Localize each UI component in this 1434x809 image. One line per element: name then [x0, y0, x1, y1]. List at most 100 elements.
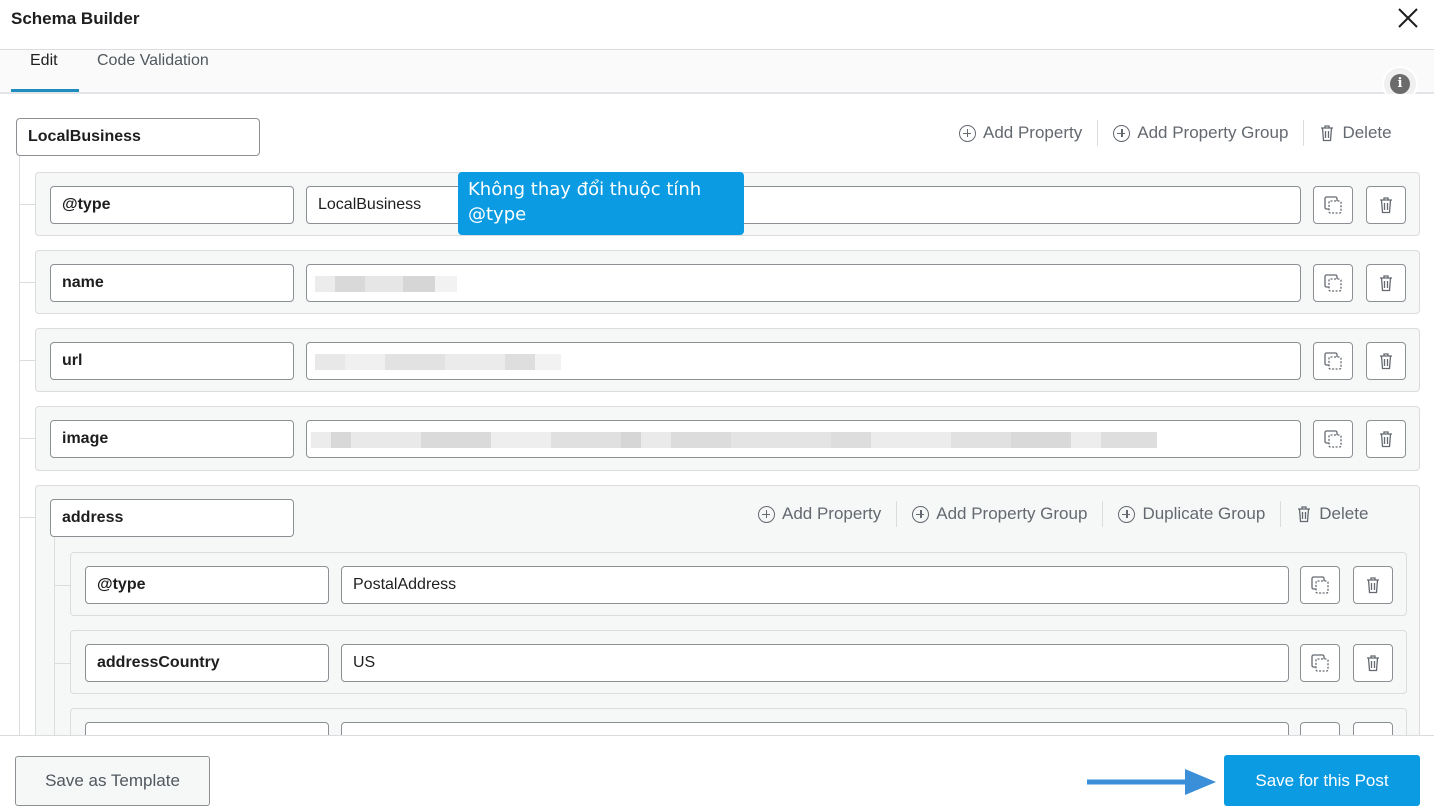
tab-bar: Edit Code Validation i [0, 50, 1434, 100]
duplicate-icon [1324, 196, 1342, 214]
redacted-value [315, 354, 561, 370]
redacted-value [315, 276, 457, 292]
delete-property-button[interactable] [1366, 264, 1406, 302]
tree-guide [19, 438, 35, 439]
property-row: url [35, 328, 1420, 392]
plus-circle-icon [758, 505, 775, 523]
property-value-field[interactable]: LocalBusiness [306, 186, 1301, 224]
tooltip-line-1: Không thay đổi thuộc tính [468, 179, 702, 200]
add-property-label: Add Property [782, 504, 882, 523]
duplicate-property-button[interactable] [1300, 644, 1340, 682]
duplicate-icon [1324, 352, 1342, 370]
tab-edit[interactable]: Edit [30, 52, 58, 90]
delete-property-button[interactable] [1353, 644, 1393, 682]
trash-icon [1380, 353, 1392, 370]
property-key-field[interactable]: @type [50, 186, 294, 224]
duplicate-icon [1324, 430, 1342, 448]
add-property-label: Add Property [983, 123, 1083, 142]
group-key-field[interactable]: address [50, 499, 294, 537]
property-key-field[interactable]: addressCountry [85, 644, 329, 682]
group-delete-button[interactable]: Delete [1296, 504, 1368, 524]
delete-property-button[interactable] [1353, 722, 1393, 735]
property-row: @type PostalAddress [70, 552, 1407, 616]
property-key-field[interactable]: url [50, 342, 294, 380]
modal-header: Schema Builder [0, 0, 1434, 50]
trash-icon [1380, 197, 1392, 214]
plus-circle-icon [1113, 124, 1131, 142]
delete-property-button[interactable] [1366, 420, 1406, 458]
add-property-group-label: Add Property Group [936, 504, 1088, 523]
duplicate-property-button[interactable] [1313, 264, 1353, 302]
delete-property-button[interactable] [1353, 566, 1393, 604]
property-value-field[interactable]: PostalAddress [341, 566, 1289, 604]
duplicate-group-button[interactable]: Duplicate Group [1118, 504, 1265, 524]
add-property-button[interactable]: Add Property [959, 123, 1082, 143]
annotation-tooltip: Không thay đổi thuộc tính @type [458, 172, 744, 235]
property-group-address: address Add Property Add Property Group … [35, 485, 1420, 735]
duplicate-property-button[interactable] [1300, 722, 1340, 735]
modal-footer: Save as Template Save for this Post [0, 735, 1434, 809]
trash-icon [1298, 506, 1311, 523]
duplicate-property-button[interactable] [1313, 342, 1353, 380]
trash-icon [1380, 275, 1392, 292]
delete-property-button[interactable] [1366, 342, 1406, 380]
property-value-field[interactable]: US [341, 644, 1289, 682]
tree-guide [19, 360, 35, 361]
add-property-group-button[interactable]: Add Property Group [1113, 123, 1288, 143]
arrow-right-icon [1087, 769, 1216, 795]
duplicate-property-button[interactable] [1313, 186, 1353, 224]
tree-guide [54, 585, 70, 586]
trash-icon [1380, 431, 1392, 448]
delete-label: Delete [1342, 123, 1392, 142]
active-tab-indicator [11, 89, 79, 92]
group-add-property-group-button[interactable]: Add Property Group [912, 504, 1087, 524]
property-row: image [35, 406, 1420, 471]
duplicate-property-button[interactable] [1300, 566, 1340, 604]
group-actions: Add Property Add Property Group Duplicat… [758, 501, 1368, 527]
info-icon: i [1390, 74, 1410, 94]
tooltip-line-2: @type [468, 204, 527, 225]
property-key-field[interactable]: @type [85, 566, 329, 604]
plus-circle-icon [959, 124, 976, 142]
add-property-group-label: Add Property Group [1137, 123, 1289, 142]
redacted-value [311, 432, 1157, 448]
duplicate-icon [1324, 274, 1342, 292]
save-for-this-post-button[interactable]: Save for this Post [1224, 755, 1420, 806]
property-row [70, 708, 1407, 735]
tree-guide [19, 517, 35, 518]
property-key-field[interactable]: name [50, 264, 294, 302]
plus-circle-icon [912, 505, 930, 523]
property-row: addressCountry US [70, 630, 1407, 694]
trash-icon [1367, 655, 1379, 672]
duplicate-property-button[interactable] [1313, 420, 1353, 458]
property-row: name [35, 250, 1420, 314]
property-value-field[interactable] [341, 722, 1289, 735]
tree-guide [54, 663, 70, 664]
property-value-field[interactable] [306, 342, 1301, 380]
property-value-field[interactable] [306, 264, 1301, 302]
property-key-field[interactable] [85, 722, 329, 735]
root-actions: Add Property Add Property Group Delete [959, 120, 1392, 146]
root-type-field[interactable]: LocalBusiness [16, 118, 260, 156]
tree-guide [19, 282, 35, 283]
delete-button[interactable]: Delete [1319, 123, 1392, 143]
tree-guide [19, 204, 35, 205]
tab-code-validation[interactable]: Code Validation [97, 52, 209, 90]
save-as-template-button[interactable]: Save as Template [15, 756, 210, 806]
tree-guide [19, 156, 20, 735]
divider [1303, 120, 1305, 146]
duplicate-icon [1311, 654, 1329, 672]
trash-icon [1367, 577, 1379, 594]
trash-icon [1321, 125, 1334, 142]
property-value-field[interactable] [306, 420, 1301, 458]
plus-circle-icon [1118, 505, 1136, 523]
modal-title: Schema Builder [11, 9, 140, 28]
property-key-field[interactable]: image [50, 420, 294, 458]
group-add-property-button[interactable]: Add Property [758, 504, 881, 524]
divider [1102, 501, 1104, 527]
delete-label: Delete [1319, 504, 1369, 523]
delete-property-button[interactable] [1366, 186, 1406, 224]
duplicate-group-label: Duplicate Group [1142, 504, 1266, 523]
tree-guide [54, 536, 55, 735]
close-icon[interactable] [1396, 6, 1420, 30]
